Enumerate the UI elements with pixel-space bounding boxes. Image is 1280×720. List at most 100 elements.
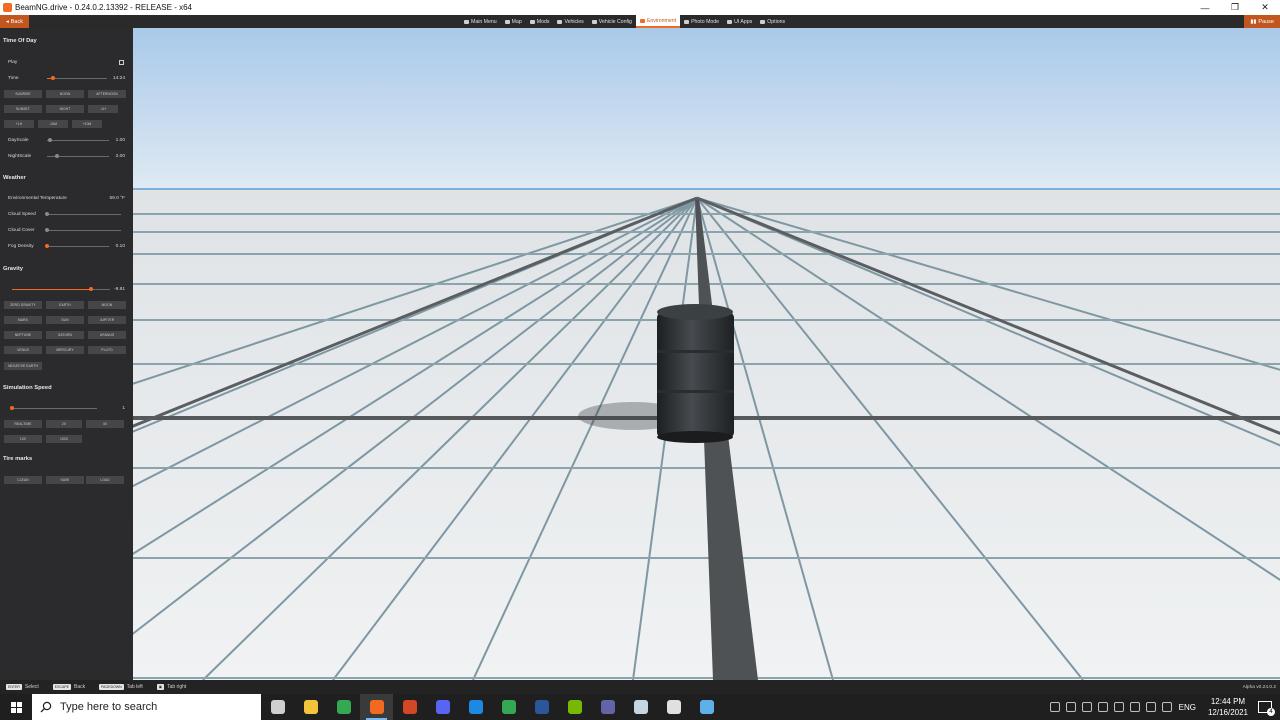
speed-4x-button[interactable]: 4X (86, 420, 124, 428)
load-button[interactable]: LOAD (86, 476, 124, 484)
steam-taskbar-button[interactable] (624, 694, 657, 720)
chrome-taskbar-button[interactable] (327, 694, 360, 720)
uranus-button[interactable]: URANUS (88, 331, 126, 339)
search-placeholder: Type here to search (60, 701, 158, 713)
task-view-taskbar-button[interactable] (261, 694, 294, 720)
start-button[interactable] (0, 694, 32, 720)
plus-10m-button[interactable]: +10M (72, 120, 102, 128)
nightscale-slider-knob[interactable] (55, 154, 59, 158)
usb-tray-icon[interactable] (1081, 702, 1092, 712)
beamng-taskbar-button[interactable] (360, 694, 393, 720)
simulation-speed-slider[interactable] (12, 408, 97, 409)
wifi-icon[interactable] (1145, 702, 1156, 712)
minimize-button[interactable]: — (1190, 0, 1220, 15)
media-player-taskbar-button[interactable] (459, 694, 492, 720)
speed-100x-button[interactable]: 100X (46, 435, 82, 443)
teams-taskbar-button[interactable] (591, 694, 624, 720)
discord-taskbar-button[interactable] (426, 694, 459, 720)
menu-tab-photo-mode[interactable]: Photo Mode (680, 15, 723, 28)
volume-icon[interactable] (1161, 702, 1172, 712)
menu-tab-label: Vehicles (564, 18, 584, 25)
cloud-cover-label: Cloud Cover (8, 228, 35, 233)
time-slider-knob[interactable] (51, 76, 55, 80)
bluetooth-icon[interactable] (1129, 702, 1140, 712)
mercury-button[interactable]: MERCURY (46, 346, 84, 354)
saturn-button[interactable]: SATURN (46, 331, 84, 339)
top-menu-bar: ◂ Back Main Menu Map Mods Vehicles Vehicle C… (0, 15, 1280, 28)
negative-earth-button[interactable]: NEGATIVE EARTH (4, 362, 42, 370)
sunrise-button[interactable]: SUNRISE (4, 90, 42, 98)
taskbar-search-box[interactable]: Type here to search (32, 694, 261, 720)
close-button[interactable]: ✕ (1250, 0, 1280, 15)
file-explorer-icon (303, 700, 318, 714)
menu-tab-vehicles[interactable]: Vehicles (553, 15, 587, 28)
back-button[interactable]: ◂ Back (0, 15, 29, 28)
camera-icon (684, 19, 690, 24)
powerpoint-taskbar-button[interactable] (393, 694, 426, 720)
simulation-speed-slider-knob[interactable] (10, 406, 14, 410)
jupiter-button[interactable]: JUPITER (88, 316, 126, 324)
menu-tab-vehicle-config[interactable]: Vehicle Config (588, 15, 636, 28)
unity-taskbar-button[interactable] (657, 694, 690, 720)
time-slider[interactable] (47, 78, 107, 79)
pause-button[interactable]: ▮▮ Pause (1244, 15, 1280, 28)
earth-button[interactable]: EARTH (46, 301, 84, 309)
plus-1h-button[interactable]: +1H (4, 120, 34, 128)
clean-button[interactable]: CLEAN (4, 476, 42, 484)
neptune-button[interactable]: NEPTUNE (4, 331, 42, 339)
dayscale-slider-knob[interactable] (48, 138, 52, 142)
dayscale-slider[interactable] (47, 140, 109, 141)
menu-tab-main-menu[interactable]: Main Menu (460, 15, 501, 28)
moon-button[interactable]: MOON (88, 301, 126, 309)
menu-tab-mods[interactable]: Mods (526, 15, 554, 28)
game-viewport[interactable] (133, 28, 1280, 680)
nvidia-taskbar-button[interactable] (558, 694, 591, 720)
dayscale-label: DayScale (8, 138, 29, 143)
realtime-button[interactable]: REALTIME (4, 420, 42, 428)
language-indicator[interactable]: ENG (1179, 703, 1196, 712)
app-installer-taskbar-button[interactable] (690, 694, 723, 720)
unity-icon (666, 700, 681, 714)
restore-button[interactable]: ❐ (1220, 0, 1250, 15)
gravity-slider-knob[interactable] (89, 287, 93, 291)
fog-density-slider-knob[interactable] (45, 244, 49, 248)
minus-1h-button[interactable]: -1H (88, 105, 118, 113)
venus-button[interactable]: VENUS (4, 346, 42, 354)
pluto-button[interactable]: PLUTO (88, 346, 126, 354)
play-checkbox[interactable] (119, 60, 124, 65)
speed-2x-button[interactable]: 2X (46, 420, 82, 428)
minus-10m-button[interactable]: -10M (38, 120, 68, 128)
taskbar-clock[interactable]: 12:44 PM 12/16/2021 (1208, 696, 1248, 718)
shield-tray-icon[interactable] (1113, 702, 1124, 712)
cloud-speed-slider-knob[interactable] (45, 212, 49, 216)
fog-density-slider[interactable] (46, 246, 109, 247)
save-button[interactable]: SAVE (46, 476, 84, 484)
discord-tray-icon[interactable] (1065, 702, 1076, 712)
tab-right-keycap: ▣ (156, 684, 165, 690)
menu-tab-ui-apps[interactable]: UI Apps (723, 15, 756, 28)
menu-tab-map[interactable]: Map (501, 15, 526, 28)
speed-10x-button[interactable]: 10X (4, 435, 42, 443)
cloud-cover-slider[interactable] (46, 230, 121, 231)
steam-icon (633, 700, 648, 714)
sun-button[interactable]: SUN (46, 316, 84, 324)
menu-tab-options[interactable]: Options (756, 15, 789, 28)
nvidia-tray-icon[interactable] (1049, 702, 1060, 712)
time-of-day-title: Time Of Day (3, 38, 37, 44)
afternoon-button[interactable]: AFTERNOON (88, 90, 126, 98)
hint-select: ENTER Select (6, 684, 39, 690)
menu-tab-environment[interactable]: Environment (635, 15, 681, 28)
chrome-profile-taskbar-button[interactable] (492, 694, 525, 720)
mars-button[interactable]: MARS (4, 316, 42, 324)
sunset-button[interactable]: SUNSET (4, 105, 42, 113)
notification-icon[interactable]: 4 (1258, 701, 1275, 716)
file-explorer-taskbar-button[interactable] (294, 694, 327, 720)
car-icon (557, 19, 563, 24)
cloud-speed-slider[interactable] (46, 214, 121, 215)
night-button[interactable]: NIGHT (46, 105, 84, 113)
zero-gravity-button[interactable]: ZERO GRAVITY (4, 301, 42, 309)
noon-button[interactable]: NOON (46, 90, 84, 98)
cloud-cover-slider-knob[interactable] (45, 228, 49, 232)
word-taskbar-button[interactable] (525, 694, 558, 720)
cloud-tray-icon[interactable] (1097, 702, 1108, 712)
